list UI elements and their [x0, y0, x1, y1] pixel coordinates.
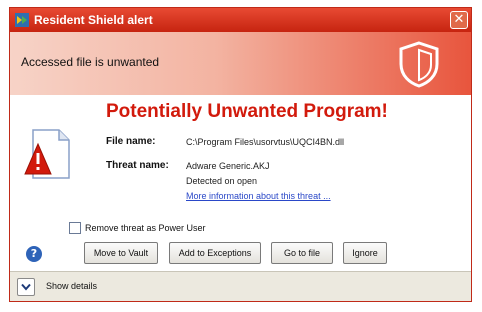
window-title: Resident Shield alert — [34, 13, 153, 27]
alert-headline: Potentially Unwanted Program! — [106, 101, 388, 122]
title-bar[interactable]: Resident Shield alert ✕ — [10, 8, 471, 32]
remove-power-user-label[interactable]: Remove threat as Power User — [85, 223, 206, 233]
move-to-vault-button[interactable]: Move to Vault — [84, 242, 158, 264]
file-name-value: C:\Program Files\usorvtus\UQCI4BN.dll — [186, 137, 345, 147]
chevron-down-icon — [21, 283, 31, 291]
banner-text: Accessed file is unwanted — [21, 55, 160, 69]
show-details-label[interactable]: Show details — [46, 281, 97, 291]
detected-text: Detected on open — [186, 176, 258, 186]
alert-banner: Accessed file is unwanted — [10, 32, 471, 95]
avg-logo-icon — [15, 13, 29, 27]
add-to-exceptions-button[interactable]: Add to Exceptions — [169, 242, 261, 264]
details-bar: Show details — [10, 271, 471, 301]
warning-document-icon — [24, 129, 70, 179]
ignore-button[interactable]: Ignore — [343, 242, 387, 264]
help-button[interactable]: ? — [26, 246, 42, 262]
go-to-file-button[interactable]: Go to file — [271, 242, 333, 264]
more-info-link[interactable]: More information about this threat ... — [186, 191, 331, 201]
expand-details-button[interactable] — [17, 278, 35, 296]
alert-window: Resident Shield alert ✕ Accessed file is… — [9, 7, 472, 302]
shield-icon — [399, 41, 439, 88]
threat-name-value: Adware Generic.AKJ — [186, 161, 270, 171]
remove-power-user-checkbox[interactable] — [69, 222, 81, 234]
remove-power-user-option[interactable]: Remove threat as Power User — [69, 222, 206, 234]
file-name-label: File name: — [106, 136, 156, 147]
threat-name-label: Threat name: — [106, 160, 169, 171]
close-button[interactable]: ✕ — [450, 11, 468, 29]
